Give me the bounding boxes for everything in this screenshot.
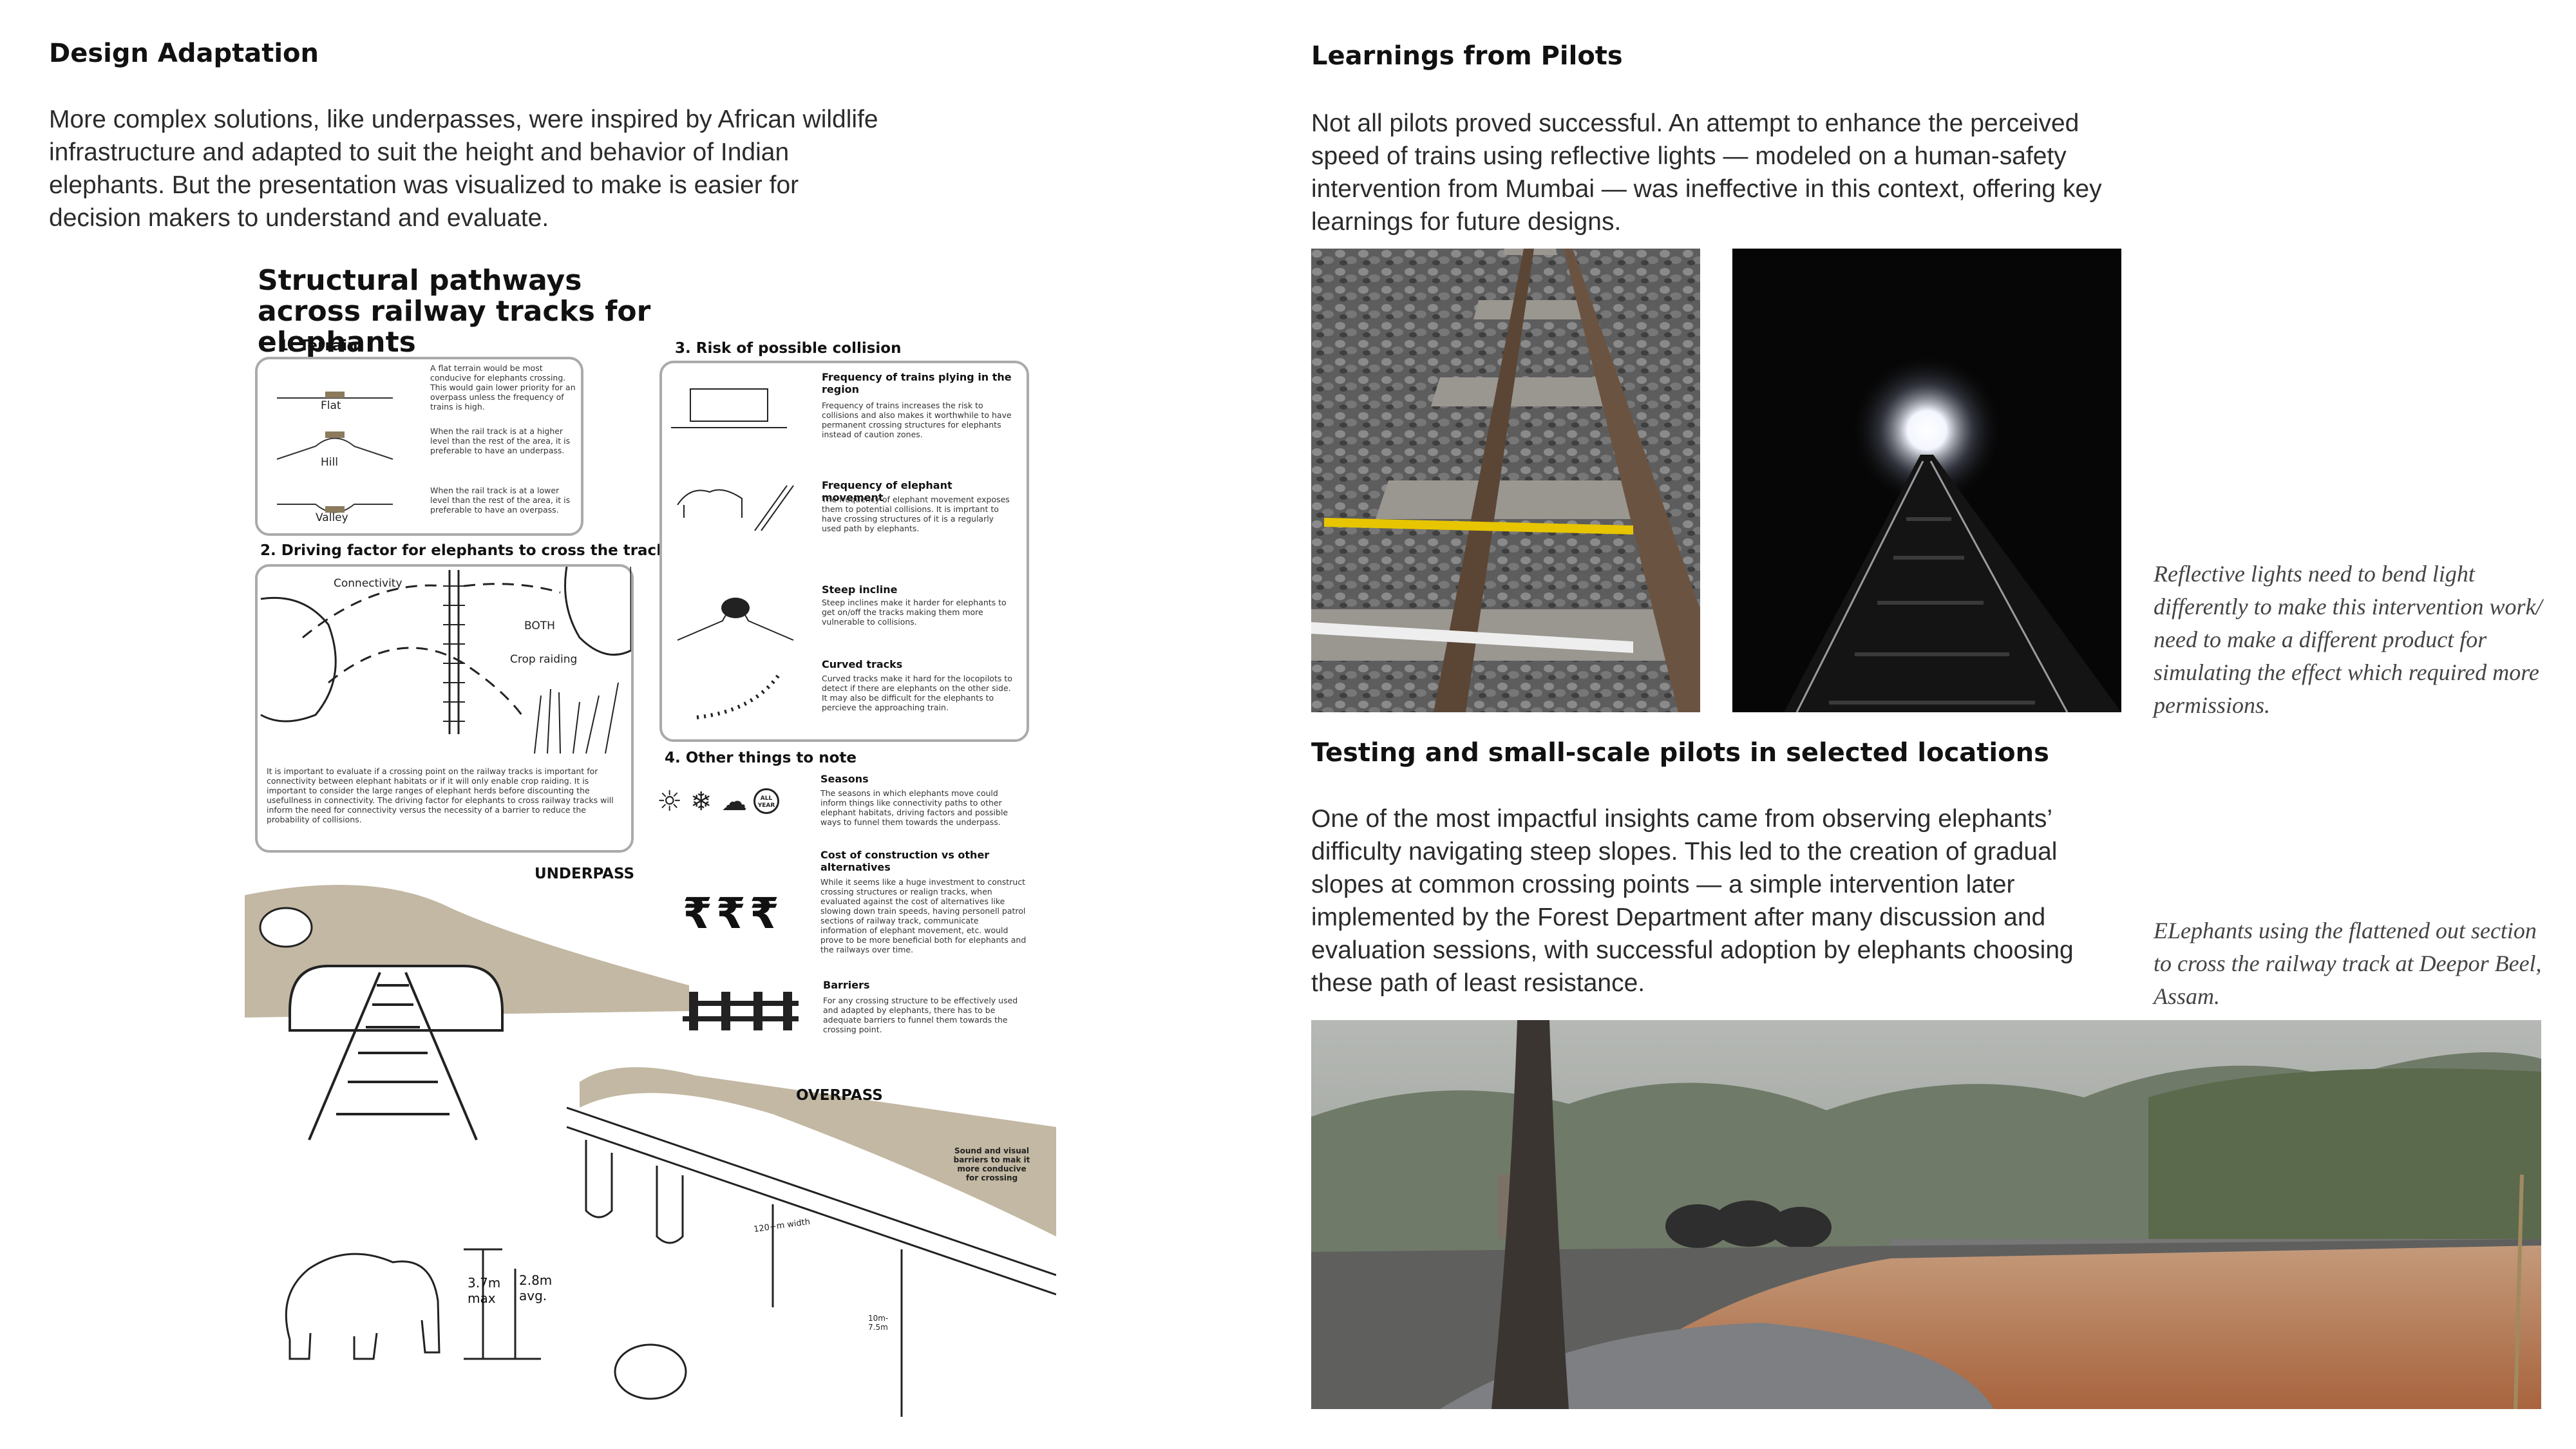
cost-text: While it seems like a huge investment to… [820,877,1027,954]
sun-icon: ☼ [657,785,683,818]
terrain-hill-text: When the rail track is at a higher level… [430,426,571,455]
other-heading: 4. Other things to note [665,750,857,766]
seasons-title: Seasons [820,773,869,785]
terrain-hill-label: Hill [321,456,338,469]
driving-factor-text: It is important to evaluate if a crossin… [267,766,614,824]
elephant-crossing-caption: ELephants using the flattened out sectio… [2154,918,2542,1009]
terrain-profiles-icon [276,392,393,513]
day-track-photo [1311,249,1700,712]
connectivity-label: Connectivity [334,577,402,590]
learnings-heading: Learnings from Pilots [1311,41,1623,71]
risk-curved-tracks-text: Curved tracks make it hard for the locop… [822,674,1012,712]
terrain-valley-text: When the rail track is at a lower level … [430,486,571,515]
risk-steep-incline-title: Steep incline [822,583,898,596]
risk-heading: 3. Risk of possible collision [675,340,902,357]
risk-box: Frequency of trains plying in the region… [659,361,1029,742]
night-track-photo [1732,249,2121,712]
reflective-lights-caption: Reflective lights need to bend light dif… [2154,561,2543,718]
risk-curved-tracks-title: Curved tracks [822,658,903,670]
risk-train-frequency-title: Frequency of trains plying in the region [822,371,1012,395]
night-track-image [1732,249,2121,712]
max-height-label: 3.7m max [468,1275,501,1306]
seasons-text: The seasons in which elephants move coul… [820,788,1009,827]
barriers-title: Barriers [823,979,870,991]
driving-factor-box: Connectivity BOTH Crop raiding It is imp… [255,564,634,853]
snowflake-icon: ❄ [690,787,712,817]
terrain-valley-label: Valley [316,511,348,524]
terrain-flat-label: Flat [321,399,341,412]
crop-raiding-label: Crop raiding [510,653,578,666]
terrain-box: Flat Hill Valley A flat terrain would be… [255,357,583,536]
testing-paragraph: One of the most impactful insights came … [1311,805,2074,997]
learnings-paragraph: Not all pilots proved successful. An att… [1311,109,2102,236]
risk-steep-incline-text: Steep inclines make it harder for elepha… [822,598,1007,627]
avg-height-label: 2.8m avg. [519,1273,553,1303]
terrain-flat-text: A flat terrain would be most conducive f… [430,363,576,412]
rain-cloud-icon: ☁ [721,787,747,817]
driving-factor-heading: 2. Driving factor for elephants to cross… [260,542,667,559]
risk-train-frequency-text: Frequency of trains increases the risk t… [822,401,1012,439]
overpass-label: OVERPASS [796,1087,883,1104]
elephant-crossing-image [1311,1020,2541,1409]
elephant-crossing-photo [1311,1020,2541,1409]
design-adaptation-paragraph: More complex solutions, like underpasses… [49,106,878,232]
structural-pathways-infographic: Structural pathways across railway track… [245,258,1056,1417]
testing-heading: Testing and small-scale pilots in select… [1311,738,2049,768]
terrain-heading: 1. Terrain [278,337,358,354]
both-label: BOTH [524,620,555,632]
underpass-label: UNDERPASS [535,866,635,882]
design-adaptation-heading: Design Adaptation [49,39,319,68]
barriers-text: For any crossing structure to be effecti… [823,996,1018,1034]
overpass-illustration [567,1067,1056,1417]
cost-title: Cost of construction vs other alternativ… [820,849,990,873]
height-label: 10m-7.5m [868,1314,889,1332]
barrier-note: Sound and visual barriers to mak it more… [953,1146,1030,1182]
barrier-fence-icon [683,992,799,1030]
day-track-image [1311,249,1700,712]
risk-elephant-movement-text: The frequency of elephant movement expos… [822,495,1010,533]
season-icons: ☼ ❄ ☁ ALL YEAR [657,786,792,818]
all-year-icon: ALL YEAR [753,788,779,814]
rupee-icon: ₹₹₹ [683,889,783,938]
risk-illustrations [671,388,794,719]
